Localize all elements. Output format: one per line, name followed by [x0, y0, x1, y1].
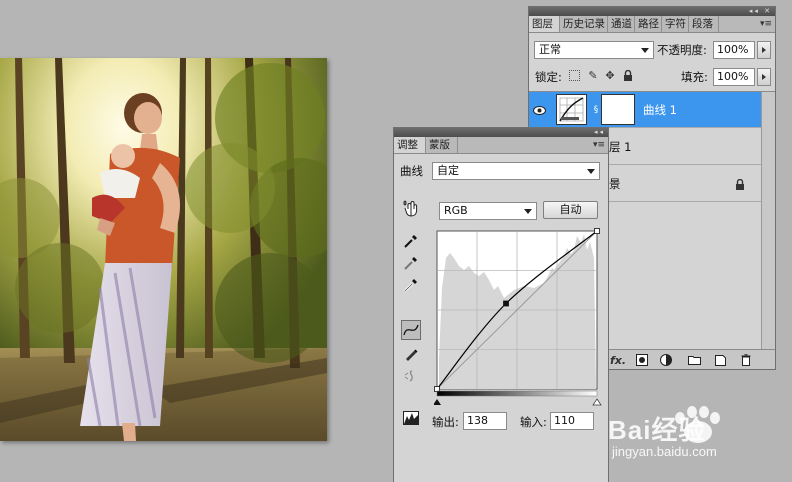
- layers-scrollbar[interactable]: [761, 92, 775, 350]
- lock-label: 锁定:: [535, 70, 562, 84]
- tab-paths[interactable]: 路径: [635, 16, 662, 32]
- blend-mode-value: 正常: [539, 43, 561, 56]
- curves-adjustment-icon: [556, 94, 587, 125]
- opacity-input[interactable]: 100%: [713, 41, 755, 59]
- smooth-curve-icon[interactable]: [401, 366, 421, 386]
- black-point-eyedropper-icon[interactable]: [401, 231, 421, 251]
- panel-titlebar[interactable]: ◂◂: [394, 128, 608, 137]
- trash-icon[interactable]: [739, 353, 753, 367]
- white-point-eyedropper-icon[interactable]: [401, 275, 421, 295]
- group-icon[interactable]: [687, 353, 701, 367]
- channel-select[interactable]: RGB: [439, 202, 537, 220]
- chevron-down-icon: [641, 48, 649, 53]
- input-input[interactable]: 110: [550, 412, 594, 430]
- tab-character[interactable]: 字符: [662, 16, 689, 32]
- tab-masks[interactable]: 蒙版: [426, 137, 458, 153]
- tab-paragraph[interactable]: 段落: [689, 16, 719, 32]
- lock-paint-icon[interactable]: ✎: [586, 68, 600, 82]
- fill-slider-button[interactable]: [757, 68, 771, 86]
- background-lock-icon: [733, 177, 747, 191]
- input-label: 输入:: [520, 415, 547, 429]
- output-input[interactable]: 138: [463, 412, 507, 430]
- input-gradient-bar: [436, 390, 598, 397]
- tab-layers[interactable]: 图层: [529, 16, 560, 32]
- chevron-down-icon: [524, 209, 532, 214]
- pencil-tool-icon[interactable]: [401, 344, 421, 364]
- gray-point-eyedropper-icon[interactable]: [401, 253, 421, 273]
- lock-all-icon[interactable]: [621, 68, 635, 82]
- document-canvas[interactable]: [0, 58, 327, 441]
- chevron-down-icon: [587, 169, 595, 174]
- layer-mask-thumbnail[interactable]: [601, 94, 635, 125]
- channel-value: RGB: [444, 204, 468, 217]
- on-image-adjust-icon[interactable]: [401, 198, 421, 218]
- curve-control-point[interactable]: [594, 228, 600, 234]
- layer-name: 景: [609, 177, 621, 191]
- fill-input[interactable]: 100%: [713, 68, 755, 86]
- layer-row-curves[interactable]: § 曲线 1: [529, 92, 761, 128]
- curve-control-point[interactable]: [503, 300, 509, 307]
- layer-name: 曲线 1: [643, 103, 677, 117]
- opacity-label: 不透明度:: [657, 43, 707, 57]
- tab-history[interactable]: 历史记录: [560, 16, 608, 32]
- panel-titlebar[interactable]: ◂◂ ✕: [529, 7, 775, 16]
- tab-adjustments[interactable]: 调整: [394, 137, 426, 153]
- adjust-tab-bar: 调整 蒙版 ▾≡: [394, 137, 608, 154]
- watermark: Bai经验 jingyan.baidu.com: [608, 404, 792, 482]
- eye-icon[interactable]: [532, 103, 546, 117]
- tab-channels[interactable]: 通道: [608, 16, 635, 32]
- curves-label: 曲线: [400, 164, 423, 178]
- curves-graph[interactable]: [434, 228, 604, 408]
- new-layer-icon[interactable]: [713, 353, 727, 367]
- black-input-slider[interactable]: [434, 399, 441, 405]
- lock-transparent-icon[interactable]: [569, 70, 580, 81]
- adjustments-panel: ◂◂ 调整 蒙版 ▾≡ 曲线 自定 RGB 自动 输出: 138 输入: 110: [393, 127, 609, 482]
- layers-tab-bar: 图层 历史记录 通道 路径 字符 段落 ▾≡: [529, 16, 775, 33]
- curves-preset-select[interactable]: 自定: [432, 162, 600, 180]
- panel-menu-icon[interactable]: ▾≡: [760, 16, 772, 32]
- fill-label: 填充:: [681, 70, 708, 84]
- collapse-icon[interactable]: ◂◂ ✕: [749, 7, 772, 16]
- clipping-warning-icon[interactable]: [401, 408, 421, 428]
- watermark-url: jingyan.baidu.com: [612, 444, 717, 459]
- watermark-text: Bai经验: [608, 415, 706, 445]
- lock-move-icon[interactable]: ✥: [603, 68, 617, 82]
- opacity-slider-button[interactable]: [757, 41, 771, 59]
- adjustment-icon[interactable]: [659, 353, 673, 367]
- fx-icon[interactable]: fx.: [610, 353, 626, 367]
- collapse-icon[interactable]: ◂◂: [594, 128, 605, 137]
- preset-value: 自定: [437, 164, 459, 177]
- forest-photo: [0, 58, 327, 441]
- panel-menu-icon[interactable]: ▾≡: [593, 137, 605, 153]
- curve-points-tool-icon[interactable]: [401, 320, 421, 340]
- blend-mode-select[interactable]: 正常: [534, 41, 654, 59]
- white-input-slider[interactable]: [592, 398, 602, 406]
- auto-button[interactable]: 自动: [543, 201, 598, 219]
- output-label: 输出:: [432, 415, 459, 429]
- layer-name: 层 1: [609, 140, 632, 154]
- mask-icon[interactable]: [635, 353, 649, 367]
